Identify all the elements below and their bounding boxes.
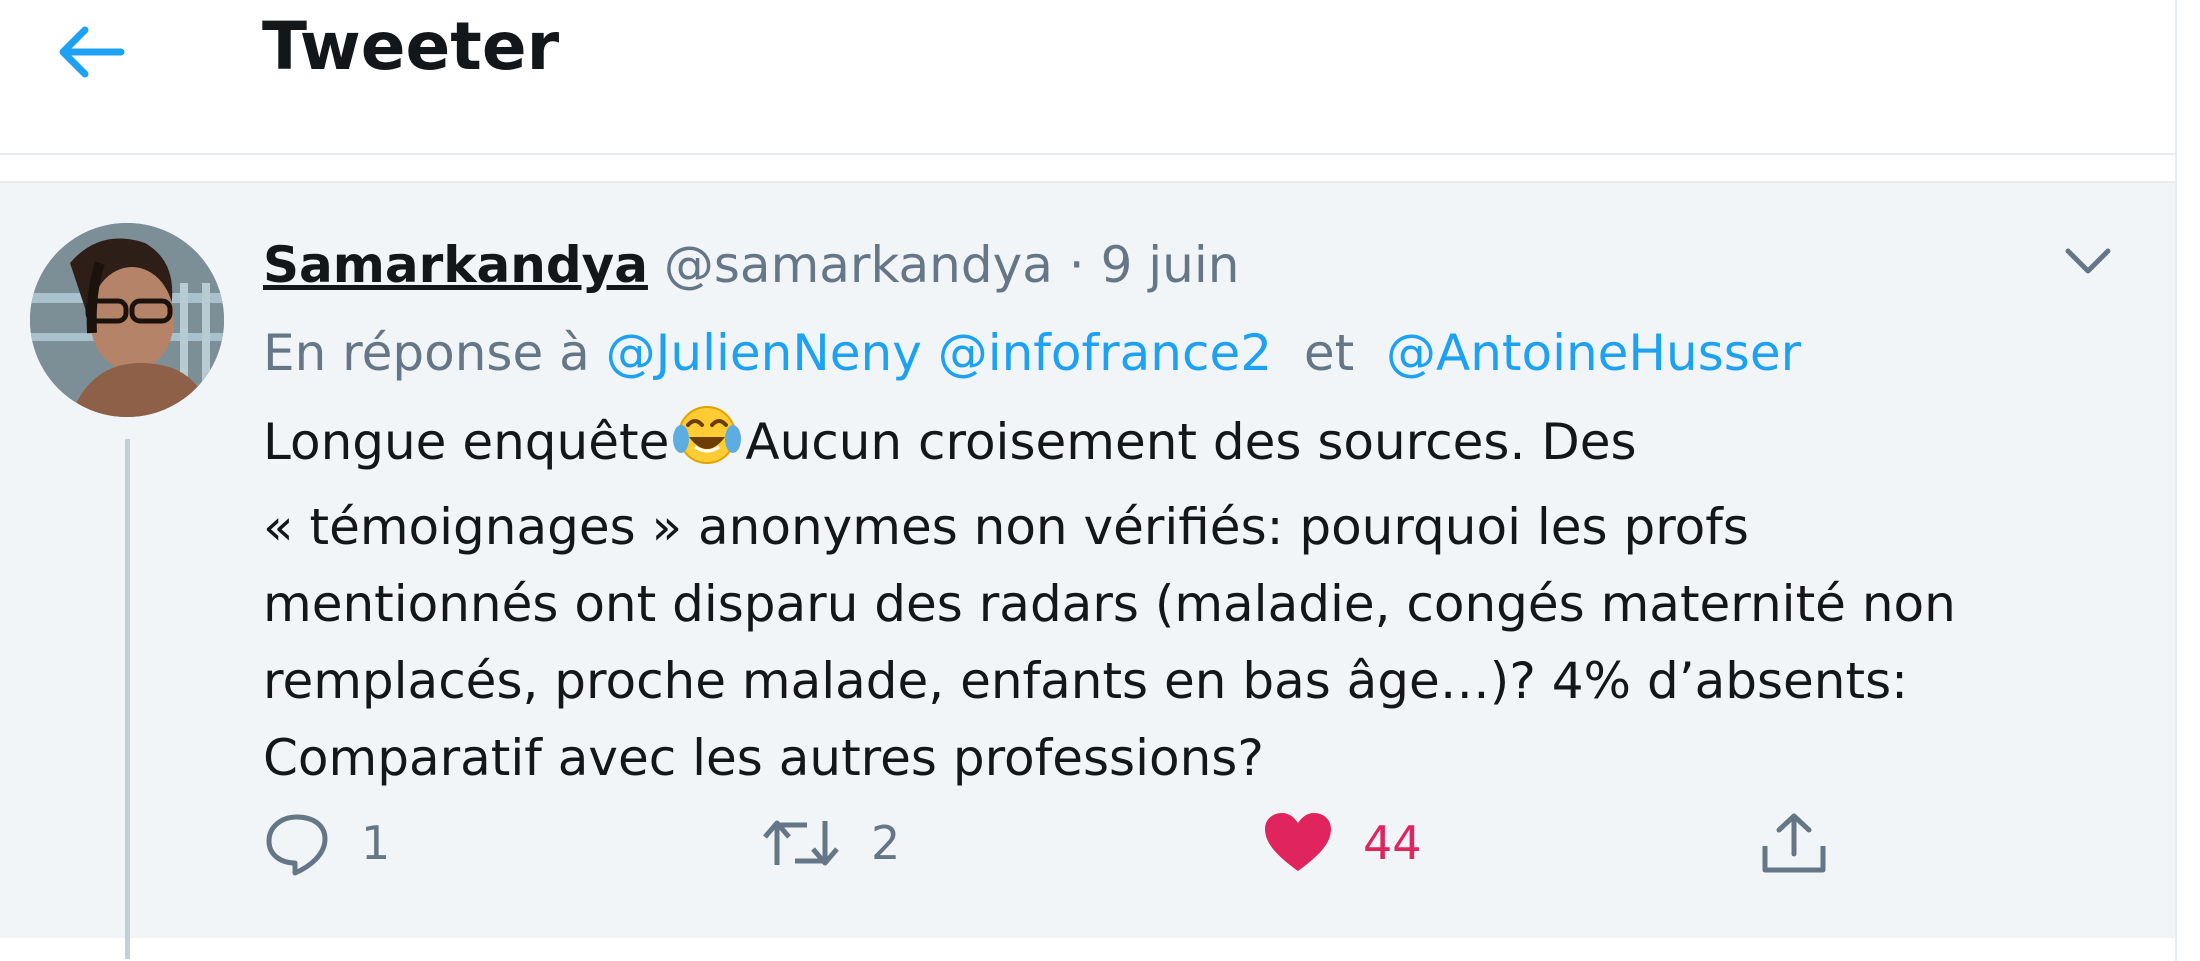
reply-context: En réponse à @JulienNeny @infofrance2 et…	[263, 321, 1801, 385]
share-button[interactable]	[1759, 803, 1829, 883]
back-button[interactable]	[52, 20, 128, 84]
header-gap	[0, 155, 2175, 181]
more-options-button[interactable]	[2060, 233, 2116, 289]
mention-infofrance2[interactable]: @infofrance2	[938, 324, 1272, 382]
page-title: Tweeter	[262, 8, 560, 85]
mention-antoinehusser[interactable]: @AntoineHusser	[1386, 324, 1801, 382]
page-header: Tweeter	[0, 0, 2175, 155]
display-name[interactable]: Samarkandya	[263, 236, 648, 294]
reply-count: 1	[361, 816, 391, 870]
mention-joiner: et	[1303, 324, 1355, 382]
meta-separator: ·	[1068, 236, 1085, 294]
retweet-count: 2	[871, 816, 901, 870]
user-handle[interactable]: @samarkandya	[664, 236, 1053, 294]
reply-button[interactable]: 1	[263, 803, 390, 883]
tweet-actions: 1 2 44	[263, 803, 2123, 883]
face-with-tears-of-joy-icon	[673, 403, 742, 489]
chevron-down-icon	[2065, 248, 2111, 274]
arrow-left-icon	[59, 26, 125, 78]
tweet-text: Longue enquête Aucun croisement des sourc…	[263, 403, 2093, 797]
heart-icon	[1265, 813, 1331, 871]
reply-prefix: En réponse à	[263, 324, 590, 382]
reply-icon	[266, 814, 328, 876]
retweet-icon	[763, 820, 839, 866]
retweet-button[interactable]: 2	[761, 803, 900, 883]
column-border	[2175, 0, 2177, 961]
like-button[interactable]: 44	[1263, 803, 1422, 883]
share-icon	[1762, 813, 1826, 873]
thread-line	[125, 439, 130, 959]
tweet-meta: Samarkandya @samarkandya · 9 juin	[263, 233, 1239, 297]
avatar[interactable]	[30, 223, 224, 417]
tweet[interactable]: Samarkandya @samarkandya · 9 juin En rép…	[0, 181, 2175, 959]
like-count: 44	[1363, 816, 1422, 870]
avatar-image	[30, 223, 224, 417]
mention-julienneny[interactable]: @JulienNeny	[606, 324, 922, 382]
tweet-text-part1: Longue enquête	[263, 413, 670, 471]
tweet-date[interactable]: 9 juin	[1101, 236, 1240, 294]
